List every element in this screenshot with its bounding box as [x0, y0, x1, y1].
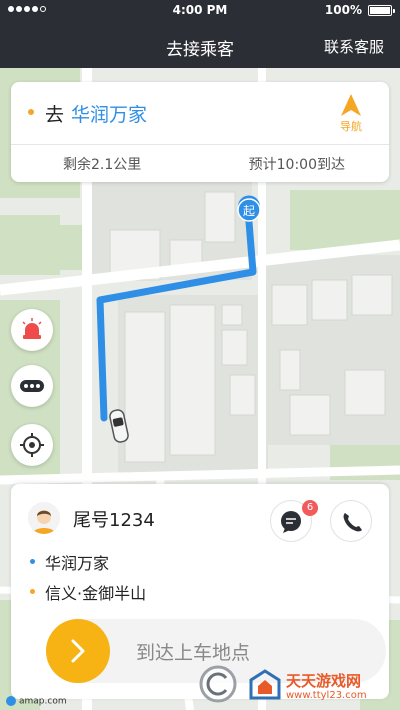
alarm-icon — [22, 318, 42, 339]
watermark-c-logo — [199, 665, 237, 703]
destination-name[interactable]: 华润万家 — [71, 100, 147, 127]
battery-icon — [368, 5, 395, 16]
navigation-arrow-icon — [341, 94, 361, 116]
locate-icon — [20, 433, 44, 457]
passenger-avatar-icon — [28, 502, 60, 534]
remaining-distance: 剩余2.1公里 — [63, 157, 142, 173]
status-bar: 4:00 PM 100% — [0, 0, 400, 22]
call-button[interactable] — [330, 500, 372, 542]
slider-label: 到达上车地点 — [136, 642, 251, 664]
navigate-label: 导航 — [340, 120, 362, 133]
navigate-button[interactable]: 导航 — [331, 92, 371, 136]
amap-logo-icon — [6, 696, 16, 706]
avatar — [28, 502, 60, 534]
phone-icon — [343, 513, 362, 532]
route-prefix: 去 — [45, 104, 65, 126]
passenger-tail-number: 尾号1234 — [73, 510, 155, 531]
slider-knob[interactable] — [46, 619, 110, 683]
estimated-arrival: 预计10:00到达 — [248, 157, 345, 173]
more-button[interactable] — [11, 365, 53, 407]
divider — [11, 144, 389, 145]
chevron-right-icon — [71, 639, 85, 663]
locate-button[interactable] — [11, 424, 53, 466]
dropoff-location: 信义·金御半山 — [45, 584, 147, 603]
start-marker-label: 起 — [243, 204, 255, 218]
watermark-title: 天天游戏网 — [286, 672, 362, 690]
alarm-button[interactable] — [11, 309, 53, 351]
amap-text: amap.com — [19, 696, 67, 707]
amap-attribution: amap.com — [6, 696, 67, 707]
nav-bar: 去接乘客 联系客服 — [0, 22, 400, 68]
watermark: 天天游戏网 www.ttyl23.com — [248, 664, 398, 708]
watermark-url: www.ttyl23.com — [286, 690, 367, 701]
watermark-logo-icon — [249, 669, 281, 700]
contact-support-link[interactable]: 联系客服 — [324, 36, 384, 57]
pickup-dot — [30, 559, 35, 564]
pickup-location: 华润万家 — [45, 554, 110, 573]
message-count-badge: 6 — [302, 500, 318, 516]
battery-percent: 100% — [324, 3, 362, 17]
more-icon — [20, 380, 44, 392]
dropoff-dot — [30, 589, 35, 594]
destination-dot — [28, 109, 34, 115]
route-card: 去 华润万家 导航 剩余2.1公里 预计10:00到达 — [11, 82, 389, 182]
